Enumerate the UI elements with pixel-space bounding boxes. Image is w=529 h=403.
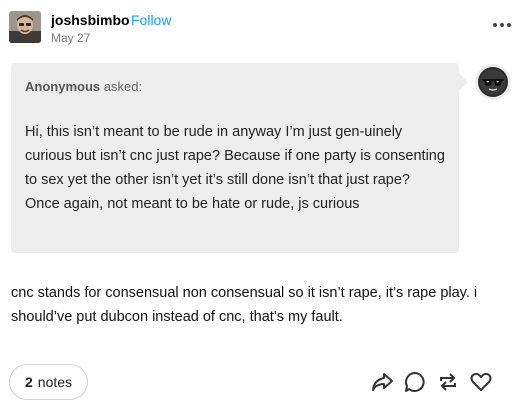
asker-line: Anonymous asked:	[25, 79, 142, 94]
asked-label: asked:	[103, 79, 143, 94]
follow-button[interactable]: Follow	[131, 12, 171, 28]
ask-question-text: Hi, this isn’t meant to be rude in anywa…	[25, 124, 445, 212]
notes-label: notes	[37, 374, 73, 390]
share-icon[interactable]	[365, 370, 398, 394]
post-actions	[365, 370, 497, 394]
more-options-icon[interactable]	[490, 18, 514, 32]
user-avatar[interactable]	[9, 11, 41, 43]
notes-count: 2	[25, 374, 33, 390]
asker-name: Anonymous	[25, 79, 101, 94]
tumblr-post: joshsbimbo Follow May 27 Anonymous asked…	[0, 0, 529, 403]
anonymous-avatar-icon	[475, 64, 511, 100]
reply-icon[interactable]	[398, 370, 431, 394]
post-date[interactable]: May 27	[51, 31, 90, 45]
post-username[interactable]: joshsbimbo	[51, 12, 130, 28]
ask-bubble: Anonymous asked: Hi, this isn’t meant to…	[11, 63, 468, 253]
answer-text: cnc stands for consensual non consensual…	[11, 285, 478, 325]
notes-button[interactable]: 2 notes	[9, 364, 89, 400]
reblog-icon[interactable]	[431, 370, 464, 394]
like-icon[interactable]	[464, 370, 497, 394]
